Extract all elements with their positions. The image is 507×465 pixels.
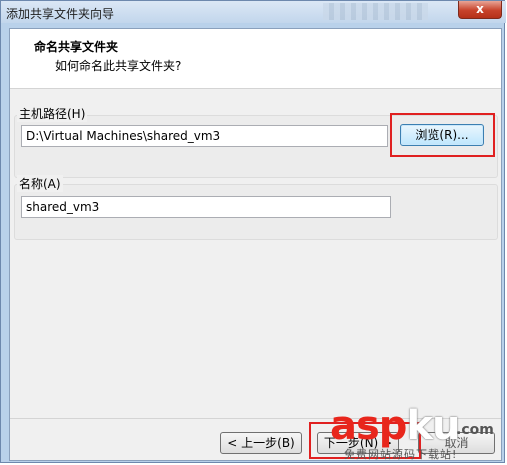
wizard-header: 命名共享文件夹 如何命名此共享文件夹? (10, 29, 501, 89)
title-bar[interactable]: 添加共享文件夹向导 x (1, 1, 506, 23)
next-highlight-box (309, 422, 421, 459)
host-path-input[interactable]: D:\Virtual Machines\shared_vm3 (21, 125, 388, 147)
browse-highlight-box (390, 113, 495, 157)
host-path-label: 主机路径(H) (17, 105, 88, 122)
page-title: 命名共享文件夹 (34, 40, 119, 54)
window-title: 添加共享文件夹向导 (6, 7, 115, 21)
back-button[interactable]: < 上一步(B) (220, 432, 302, 454)
wizard-client-area: 命名共享文件夹 如何命名此共享文件夹? 主机路径(H) D:\Virtual M… (9, 28, 502, 461)
footer-divider (10, 418, 501, 419)
page-subtitle: 如何命名此共享文件夹? (55, 59, 182, 73)
close-button[interactable]: x (458, 1, 502, 19)
name-label: 名称(A) (17, 175, 63, 192)
name-input[interactable]: shared_vm3 (21, 196, 391, 218)
wizard-window: 添加共享文件夹向导 x 命名共享文件夹 如何命名此共享文件夹? 主机路径(H) … (0, 0, 506, 463)
blurred-background-patch (323, 3, 428, 20)
cancel-button[interactable]: 取消 (418, 432, 495, 454)
